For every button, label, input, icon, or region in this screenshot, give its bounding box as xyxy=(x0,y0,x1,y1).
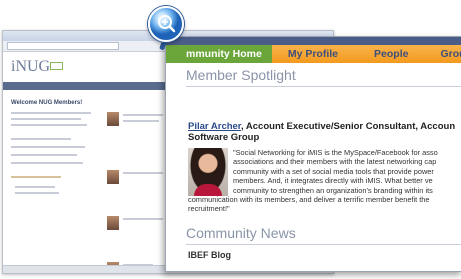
community-nav-bar: mmunity Home My Profile People Groups xyxy=(166,45,461,63)
text-placeholder xyxy=(11,112,91,114)
welcome-heading: Welcome NUG Members! xyxy=(11,100,83,106)
text-placeholder xyxy=(123,120,159,122)
zoom-in-icon xyxy=(148,6,184,42)
text-placeholder xyxy=(11,176,61,178)
member-name-link[interactable]: Pilar Archer xyxy=(188,121,241,132)
text-placeholder xyxy=(11,118,81,120)
text-placeholder xyxy=(15,192,59,194)
member-spotlight-heading: Member Spotlight xyxy=(186,67,296,83)
member-quote: "Social Networking for iMIS is the MySpa… xyxy=(233,148,438,195)
text-placeholder xyxy=(11,146,85,148)
tab-groups[interactable]: Groups xyxy=(440,48,461,60)
site-logo: iNUG xyxy=(11,58,51,75)
logo-badge xyxy=(50,62,63,70)
tab-people[interactable]: People xyxy=(374,48,408,60)
text-placeholder xyxy=(123,172,163,174)
text-placeholder xyxy=(11,138,71,140)
blog-title-link[interactable]: IBEF Blog xyxy=(188,250,231,260)
text-placeholder xyxy=(123,218,163,220)
text-placeholder xyxy=(15,186,55,188)
member-quote-continued: communication with its members, and deli… xyxy=(188,195,430,214)
zoomed-detail-panel: mmunity Home My Profile People Groups Me… xyxy=(165,36,461,272)
text-placeholder xyxy=(11,162,83,164)
thumbnail-image xyxy=(107,216,119,230)
thumbnail-image xyxy=(107,170,119,184)
section-divider xyxy=(186,244,461,245)
text-placeholder xyxy=(123,114,163,116)
community-news-heading: Community News xyxy=(186,225,296,241)
spotlight-member-line: Pilar Archer, Account Executive/Senior C… xyxy=(188,121,461,143)
member-photo xyxy=(188,148,228,196)
background-column-heading xyxy=(107,100,109,106)
text-placeholder xyxy=(11,154,77,156)
tab-community-home[interactable]: mmunity Home xyxy=(166,45,272,63)
section-divider xyxy=(186,86,461,87)
text-placeholder xyxy=(11,124,87,126)
member-org: Software Group xyxy=(188,132,260,143)
thumbnail-image xyxy=(107,112,119,126)
address-bar[interactable] xyxy=(7,42,119,50)
top-banner xyxy=(166,37,461,45)
member-role: , Account Executive/Senior Consultant, A… xyxy=(240,121,456,132)
tab-my-profile[interactable]: My Profile xyxy=(288,48,338,60)
